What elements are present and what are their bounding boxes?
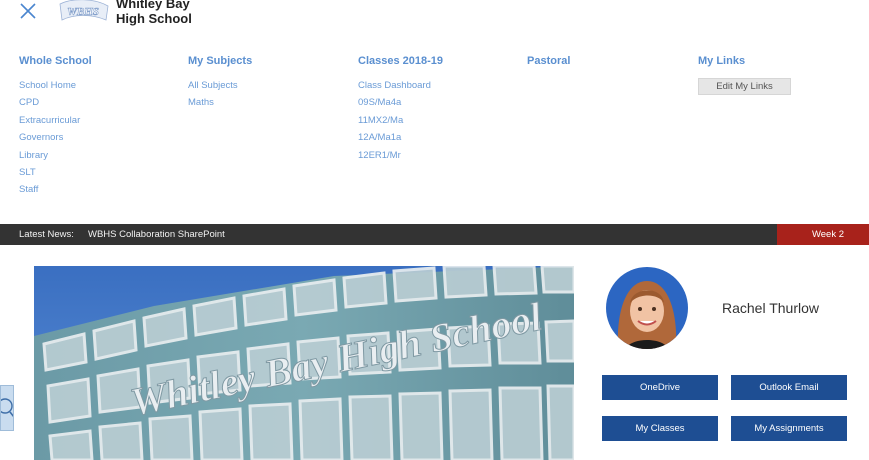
- navigation-menu: Whole School School Home CPD Extracurric…: [0, 54, 869, 204]
- menu-item-maths[interactable]: Maths: [188, 96, 252, 113]
- search-icon: [1, 398, 13, 418]
- menu-column-whole-school: Whole School School Home CPD Extracurric…: [19, 54, 92, 201]
- news-label: Latest News:: [19, 229, 74, 240]
- menu-item-library[interactable]: Library: [19, 149, 92, 166]
- week-badge: Week 2: [777, 224, 869, 245]
- top-bar: WBHS Whitley Bay High School: [0, 0, 869, 36]
- outlook-email-button[interactable]: Outlook Email: [731, 375, 847, 400]
- school-logo[interactable]: WBHS: [58, 0, 110, 26]
- close-menu-button[interactable]: [18, 1, 38, 21]
- menu-heading[interactable]: Whole School: [19, 54, 92, 71]
- menu-heading[interactable]: My Links: [698, 54, 791, 71]
- avatar[interactable]: [606, 267, 688, 349]
- school-building-image: Whitley Bay High School: [34, 266, 574, 460]
- menu-column-classes: Classes 2018-19 Class Dashboard 09S/Ma4a…: [358, 54, 443, 166]
- close-icon: [20, 3, 36, 19]
- my-assignments-button[interactable]: My Assignments: [731, 416, 847, 441]
- school-name-line1: Whitley Bay: [116, 0, 190, 11]
- edit-my-links-button[interactable]: Edit My Links: [698, 78, 791, 95]
- menu-column-my-subjects: My Subjects All Subjects Maths: [188, 54, 252, 114]
- school-crest-icon: WBHS: [59, 0, 109, 21]
- menu-item-governors[interactable]: Governors: [19, 131, 92, 148]
- school-name-line2: High School: [116, 11, 192, 26]
- menu-item-class[interactable]: 11MX2/Ma: [358, 114, 443, 131]
- menu-column-my-links: My Links Edit My Links: [698, 54, 791, 95]
- menu-item-class-dashboard[interactable]: Class Dashboard: [358, 79, 443, 96]
- news-item-link[interactable]: WBHS Collaboration SharePoint: [88, 229, 225, 240]
- menu-item-class[interactable]: 12ER1/Mr: [358, 149, 443, 166]
- school-name: Whitley Bay High School: [116, 0, 192, 26]
- user-photo: [606, 267, 688, 349]
- menu-heading[interactable]: Pastoral: [527, 54, 570, 71]
- side-panel-edge[interactable]: [0, 385, 14, 431]
- my-classes-button[interactable]: My Classes: [602, 416, 718, 441]
- menu-item-slt[interactable]: SLT: [19, 166, 92, 183]
- menu-item-extracurricular[interactable]: Extracurricular: [19, 114, 92, 131]
- menu-item-class[interactable]: 09S/Ma4a: [358, 96, 443, 113]
- menu-item-cpd[interactable]: CPD: [19, 96, 92, 113]
- menu-item-staff[interactable]: Staff: [19, 183, 92, 200]
- user-name: Rachel Thurlow: [722, 300, 820, 316]
- menu-column-pastoral: Pastoral: [527, 54, 570, 71]
- onedrive-button[interactable]: OneDrive: [602, 375, 718, 400]
- menu-heading[interactable]: My Subjects: [188, 54, 252, 71]
- menu-item-class[interactable]: 12A/Ma1a: [358, 131, 443, 148]
- menu-item-school-home[interactable]: School Home: [19, 79, 92, 96]
- menu-item-all-subjects[interactable]: All Subjects: [188, 79, 252, 96]
- menu-heading[interactable]: Classes 2018-19: [358, 54, 443, 71]
- hero-school-photo: Whitley Bay High School: [34, 266, 574, 460]
- latest-news-bar: Latest News: WBHS Collaboration SharePoi…: [0, 224, 869, 245]
- svg-text:WBHS: WBHS: [67, 6, 99, 18]
